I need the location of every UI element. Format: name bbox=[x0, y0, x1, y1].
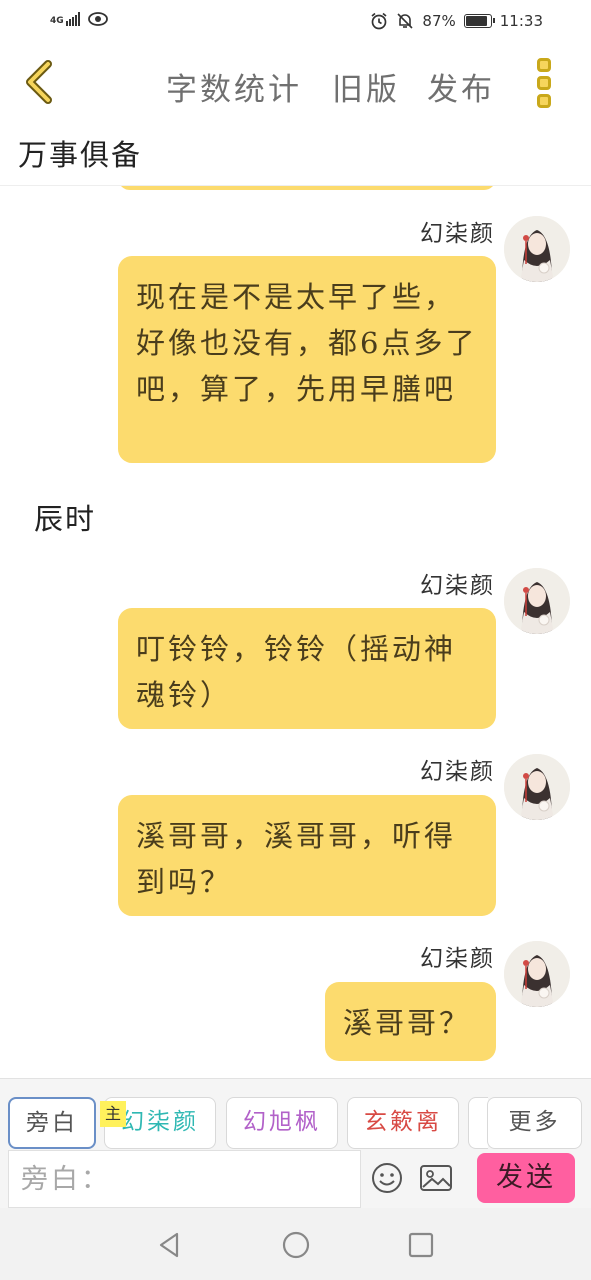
status-bar: 4G 87% 11:33 bbox=[0, 0, 591, 46]
input-bar: 发送 bbox=[0, 1150, 591, 1208]
message-bubble[interactable]: 叮铃铃，铃铃（摇动神魂铃） bbox=[118, 608, 496, 729]
circle-home-icon bbox=[282, 1231, 310, 1259]
clock: 11:33 bbox=[499, 12, 543, 30]
role-chip-narrator[interactable]: 旁白 bbox=[8, 1097, 96, 1149]
alarm-icon bbox=[371, 12, 387, 30]
message-text: 现在是不是太早了些，好像也没有，都6点多了吧，算了，先用早膳吧 bbox=[136, 280, 478, 406]
role-label: 幻柒颜 bbox=[121, 1109, 199, 1135]
role-label: 幻旭枫 bbox=[243, 1109, 321, 1135]
message-text: 叮铃铃，铃铃（摇动神魂铃） bbox=[136, 632, 457, 712]
chapter-title: 万事俱备 bbox=[18, 138, 143, 172]
character-portrait-icon bbox=[504, 754, 570, 820]
chat-area[interactable]: 幻柒颜 现在是不是太早了些，好像也没有，都6点多了吧，算了，先用早膳吧 辰时 幻… bbox=[0, 186, 591, 1076]
role-chip-huan-xufeng[interactable]: 幻旭枫 bbox=[226, 1097, 338, 1149]
mute-bell-icon bbox=[397, 13, 413, 29]
avatar[interactable] bbox=[504, 941, 570, 1007]
role-label: 旁白 bbox=[26, 1110, 78, 1136]
character-portrait-icon bbox=[504, 568, 570, 634]
publish-link[interactable]: 发布 bbox=[427, 64, 495, 109]
previous-bubble-edge bbox=[118, 186, 496, 190]
more-label: 更多 bbox=[508, 1109, 561, 1135]
role-selector-bar: 旁白 幻柒颜 主 幻旭枫 玄簌离 更多 bbox=[0, 1078, 591, 1150]
battery-percent: 87% bbox=[422, 12, 456, 30]
message-author: 幻柒颜 bbox=[420, 946, 495, 972]
role-chip-hidden[interactable] bbox=[468, 1097, 488, 1149]
narration-text[interactable]: 辰时 bbox=[34, 496, 96, 538]
message-author: 幻柒颜 bbox=[420, 221, 495, 247]
image-button[interactable] bbox=[419, 1163, 453, 1193]
battery-icon bbox=[463, 14, 495, 28]
avatar[interactable] bbox=[504, 568, 570, 634]
message-text: 溪哥哥？ bbox=[343, 1006, 472, 1040]
square-recents-icon bbox=[408, 1232, 434, 1258]
message-text: 溪哥哥，溪哥哥，听得到吗？ bbox=[136, 819, 457, 899]
chapter-header: 万事俱备 bbox=[0, 122, 591, 186]
message-input[interactable] bbox=[8, 1150, 361, 1208]
signal-icon: 4G bbox=[50, 12, 80, 26]
message-bubble[interactable]: 溪哥哥，溪哥哥，听得到吗？ bbox=[118, 795, 496, 916]
triangle-back-icon bbox=[159, 1232, 179, 1258]
system-recents-button[interactable] bbox=[406, 1230, 436, 1260]
message-author: 幻柒颜 bbox=[420, 759, 495, 785]
more-roles-button[interactable]: 更多 bbox=[487, 1097, 582, 1149]
menu-dot-icon bbox=[537, 76, 551, 90]
old-version-link[interactable]: 旧版 bbox=[332, 64, 400, 109]
eye-icon bbox=[87, 12, 108, 26]
role-label: 玄簌离 bbox=[364, 1109, 442, 1135]
message-author: 幻柒颜 bbox=[420, 573, 495, 599]
network-type: 4G bbox=[50, 16, 64, 26]
image-icon bbox=[420, 1165, 452, 1191]
smiley-icon bbox=[372, 1163, 402, 1193]
system-back-button[interactable] bbox=[155, 1230, 185, 1260]
status-right: 87% 11:33 bbox=[370, 12, 543, 30]
send-button[interactable]: 发送 bbox=[477, 1153, 575, 1203]
system-navigation-bar bbox=[0, 1208, 591, 1280]
main-character-badge: 主 bbox=[100, 1101, 126, 1127]
more-menu-button[interactable] bbox=[532, 56, 556, 110]
message-bubble[interactable]: 溪哥哥？ bbox=[325, 982, 496, 1061]
avatar[interactable] bbox=[504, 216, 570, 282]
status-left: 4G bbox=[50, 12, 108, 26]
avatar[interactable] bbox=[504, 754, 570, 820]
emoji-button[interactable] bbox=[371, 1162, 403, 1194]
character-portrait-icon bbox=[504, 941, 570, 1007]
back-button[interactable] bbox=[18, 56, 66, 108]
role-chip-xuan-suli[interactable]: 玄簌离 bbox=[347, 1097, 459, 1149]
message-bubble[interactable]: 现在是不是太早了些，好像也没有，都6点多了吧，算了，先用早膳吧 bbox=[118, 256, 496, 463]
top-nav: 字数统计 旧版 发布 bbox=[0, 46, 591, 120]
system-home-button[interactable] bbox=[281, 1230, 311, 1260]
menu-dot-icon bbox=[537, 94, 551, 108]
character-portrait-icon bbox=[504, 216, 570, 282]
menu-dot-icon bbox=[537, 58, 551, 72]
word-count-link[interactable]: 字数统计 bbox=[166, 64, 302, 109]
chevron-left-icon bbox=[26, 60, 52, 104]
